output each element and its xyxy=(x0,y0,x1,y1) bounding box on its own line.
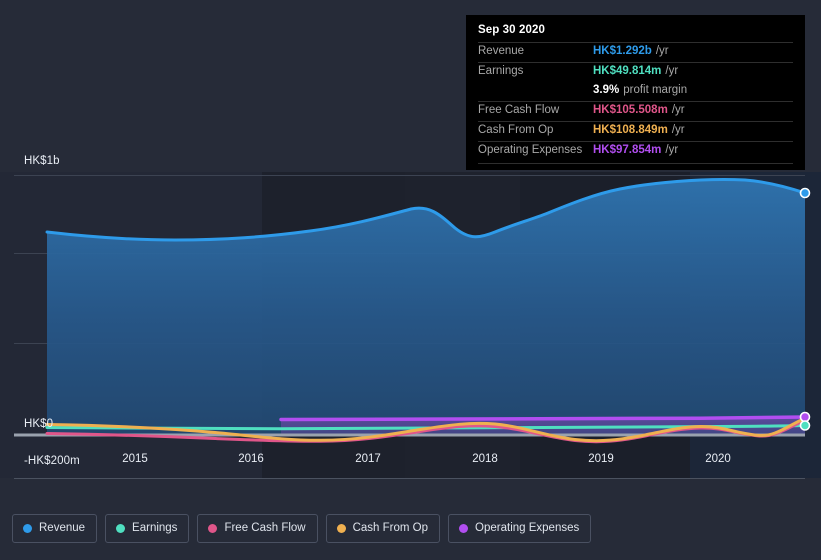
data-tooltip: Sep 30 2020 Revenue HK$1.292b /yr Earnin… xyxy=(466,15,805,170)
x-axis-label-2020: 2020 xyxy=(705,453,731,465)
legend-label-revenue: Revenue xyxy=(39,521,86,534)
tooltip-key-cash-from-op: Cash From Op xyxy=(478,124,554,136)
tooltip-value-cash-from-op: HK$108.849m xyxy=(593,124,668,136)
marker-operating-expenses xyxy=(799,411,811,423)
x-axis-label-2017: 2017 xyxy=(355,453,381,465)
legend-dot-revenue-icon xyxy=(23,524,32,533)
legend-label-operating-expenses: Operating Expenses xyxy=(475,521,580,534)
tooltip-row-earnings: Earnings HK$49.814m /yr xyxy=(478,62,793,82)
legend-item-revenue[interactable]: Revenue xyxy=(12,514,98,543)
tooltip-value-earnings: HK$49.814m xyxy=(593,65,662,77)
chart-legend: Revenue Earnings Free Cash Flow Cash Fro… xyxy=(12,514,592,543)
legend-dot-cash-from-op-icon xyxy=(336,524,346,533)
legend-item-earnings[interactable]: Earnings xyxy=(105,514,190,543)
marker-earnings xyxy=(799,420,811,431)
tooltip-row-profit-margin: 3.9% profit margin xyxy=(478,82,793,101)
tooltip-row-cash-from-op: Cash From Op HK$108.849m /yr xyxy=(478,121,793,141)
legend-dot-operating-expenses-icon xyxy=(459,524,469,533)
tooltip-value-free-cash-flow: HK$105.508m xyxy=(593,104,668,116)
tooltip-key-revenue: Revenue xyxy=(478,45,525,57)
tooltip-key-free-cash-flow: Free Cash Flow xyxy=(478,104,560,116)
legend-item-free-cash-flow[interactable]: Free Cash Flow xyxy=(197,514,318,543)
tooltip-row-revenue: Revenue HK$1.292b /yr xyxy=(478,42,793,62)
legend-label-free-cash-flow: Free Cash Flow xyxy=(224,521,306,534)
tooltip-unit-profit-margin: profit margin xyxy=(623,84,688,96)
x-axis-label-2019: 2019 xyxy=(588,453,614,465)
legend-dot-free-cash-flow-icon xyxy=(208,524,218,533)
marker-revenue xyxy=(799,187,811,199)
legend-label-earnings: Earnings xyxy=(132,521,178,534)
legend-dot-earnings-icon xyxy=(116,524,126,533)
x-axis-label-2016: 2016 xyxy=(238,453,264,465)
legend-item-cash-from-op[interactable]: Cash From Op xyxy=(325,514,441,543)
x-axis-label-2018: 2018 xyxy=(472,453,498,465)
tooltip-unit-free-cash-flow: /yr xyxy=(671,104,685,116)
legend-item-operating-expenses[interactable]: Operating Expenses xyxy=(448,514,592,543)
tooltip-value-revenue: HK$1.292b xyxy=(593,45,652,57)
tooltip-unit-operating-expenses: /yr xyxy=(665,144,679,156)
tooltip-unit-earnings: /yr xyxy=(665,65,679,77)
tooltip-row-free-cash-flow: Free Cash Flow HK$105.508m /yr xyxy=(478,101,793,121)
tooltip-value-operating-expenses: HK$97.854m xyxy=(593,144,662,156)
tooltip-value-profit-margin: 3.9% xyxy=(593,84,620,96)
tooltip-key-operating-expenses: Operating Expenses xyxy=(478,144,583,156)
x-axis-label-2015: 2015 xyxy=(122,453,148,465)
tooltip-bottom-rule xyxy=(478,163,793,164)
tooltip-key-earnings: Earnings xyxy=(478,65,524,77)
tooltip-unit-cash-from-op: /yr xyxy=(671,124,685,136)
financial-chart: HK$1b HK$0 -HK$200m 2015 2016 2017 2018 … xyxy=(0,0,821,560)
tooltip-unit-revenue: /yr xyxy=(655,45,669,57)
tooltip-row-operating-expenses: Operating Expenses HK$97.854m /yr xyxy=(478,141,793,161)
tooltip-date: Sep 30 2020 xyxy=(478,24,545,36)
legend-label-cash-from-op: Cash From Op xyxy=(352,521,429,534)
